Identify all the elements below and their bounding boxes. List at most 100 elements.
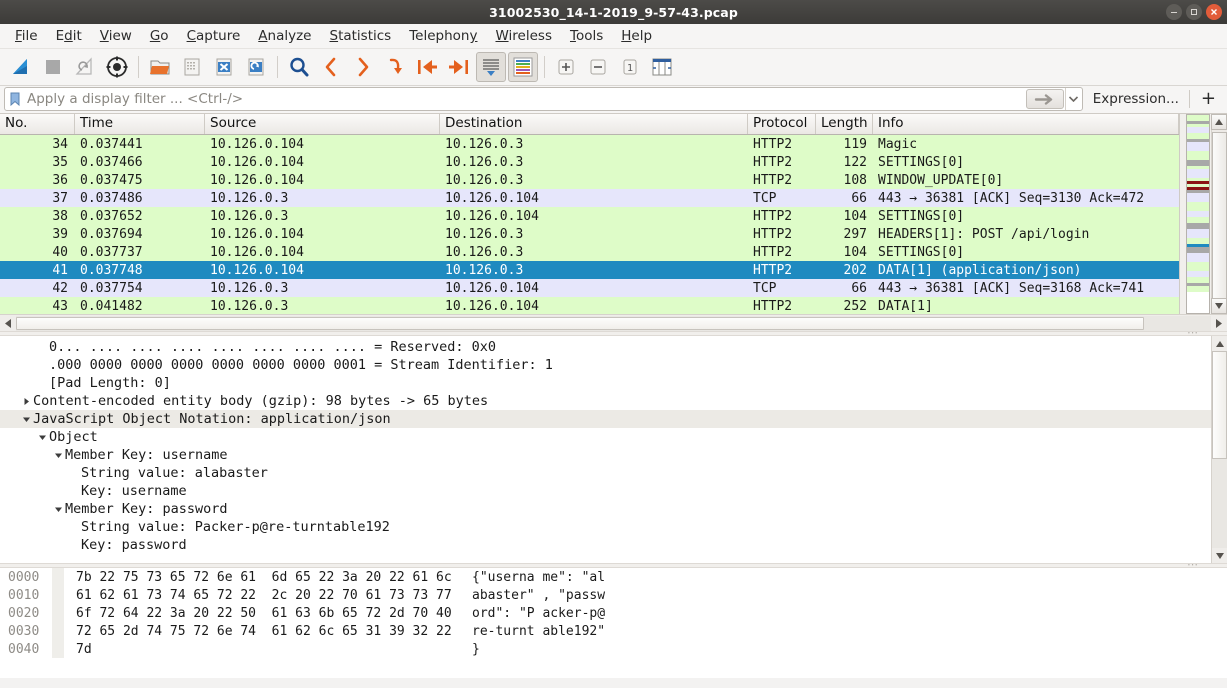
detail-tree-node[interactable]: 0... .... .... .... .... .... .... .... … (0, 338, 1227, 356)
resize-columns-icon[interactable] (647, 52, 677, 82)
packet-detail-vscrollbar[interactable] (1211, 336, 1227, 563)
filter-history-dropdown[interactable] (1064, 88, 1082, 110)
chevron-down-icon[interactable] (52, 505, 65, 514)
chevron-right-icon[interactable] (20, 397, 33, 406)
scroll-left-arrow-icon[interactable] (0, 316, 16, 331)
packet-row[interactable]: 38 0.037652 10.126.0.3 10.126.0.104 HTTP2 104… (0, 207, 1179, 225)
column-header-protocol[interactable]: Protocol (748, 114, 816, 134)
toolbar-separator-3 (544, 56, 545, 78)
stop-capture-icon[interactable] (38, 52, 68, 82)
go-first-packet-icon[interactable] (412, 52, 442, 82)
menu-tools[interactable]: Tools (561, 26, 612, 46)
packet-cell-time: 0.037754 (80, 280, 143, 296)
column-header-info[interactable]: Info (873, 114, 1179, 134)
packet-row[interactable]: 35 0.037466 10.126.0.104 10.126.0.3 HTTP2 122… (0, 153, 1179, 171)
detail-tree-node[interactable]: String value: Packer-p@re-turntable192 (0, 518, 1227, 536)
detail-tree-node[interactable]: [Pad Length: 0] (0, 374, 1227, 392)
add-filter-button-icon[interactable]: + (1194, 90, 1223, 108)
packet-row[interactable]: 37 0.037486 10.126.0.3 10.126.0.104 TCP 66 443… (0, 189, 1179, 207)
column-header-length[interactable]: Length (816, 114, 873, 134)
detail-tree-node[interactable]: Member Key: password (0, 500, 1227, 518)
column-header-time[interactable]: Time (75, 114, 205, 134)
menu-file[interactable]: File (6, 26, 47, 46)
auto-scroll-icon[interactable] (476, 52, 506, 82)
hscroll-trough[interactable] (16, 315, 1211, 331)
maximize-button[interactable] (1186, 4, 1202, 20)
detail-tree-node[interactable]: JavaScript Object Notation: application/… (0, 410, 1227, 428)
column-header-no[interactable]: No. (0, 114, 75, 134)
packet-cell-info: DATA[1] (application/json) (878, 262, 1082, 278)
hex-dump-row[interactable]: 0040 7d} (0, 640, 1227, 658)
menu-analyze[interactable]: Analyze (249, 26, 320, 46)
menu-go[interactable]: Go (141, 26, 178, 46)
detail-scroll-trough[interactable] (1212, 351, 1227, 548)
reload-file-icon[interactable] (241, 52, 271, 82)
chevron-down-icon[interactable] (52, 451, 65, 460)
packet-row[interactable]: 40 0.037737 10.126.0.104 10.126.0.3 HTTP2 104… (0, 243, 1179, 261)
close-button[interactable] (1206, 4, 1222, 20)
open-file-icon[interactable] (145, 52, 175, 82)
detail-tree-node[interactable]: .000 0000 0000 0000 0000 0000 0000 0001 … (0, 356, 1227, 374)
menu-view[interactable]: View (91, 26, 141, 46)
menu-statistics-rest: tatistics (338, 28, 392, 44)
scroll-down-arrow-icon[interactable] (1211, 298, 1227, 314)
go-back-icon[interactable] (316, 52, 346, 82)
packet-list-overview-scrollbar[interactable] (1179, 114, 1227, 314)
packet-row[interactable]: 39 0.037694 10.126.0.104 10.126.0.3 HTTP2 297… (0, 225, 1179, 243)
hex-dump-row[interactable]: 0030 72 65 2d 74 75 72 6e 74 61 62 6c 65 … (0, 622, 1227, 640)
scroll-up-arrow-icon[interactable] (1211, 114, 1227, 130)
menu-telephony[interactable]: Telephony (400, 26, 486, 46)
colorize-icon[interactable] (508, 52, 538, 82)
save-file-icon[interactable] (177, 52, 207, 82)
detail-scroll-down-icon[interactable] (1212, 548, 1227, 563)
go-last-packet-icon[interactable] (444, 52, 474, 82)
menu-statistics[interactable]: Statistics (320, 26, 400, 46)
vertical-scroll-trough[interactable] (1211, 130, 1227, 307)
zoom-reset-icon[interactable]: 1 (615, 52, 645, 82)
detail-tree-node[interactable]: Content-encoded entity body (gzip): 98 b… (0, 392, 1227, 410)
detail-scroll-up-icon[interactable] (1212, 336, 1227, 351)
menu-capture[interactable]: Capture (178, 26, 250, 46)
menu-wireless[interactable]: Wireless (486, 26, 561, 46)
find-packet-icon[interactable] (284, 52, 314, 82)
chevron-down-icon[interactable] (20, 415, 33, 424)
packet-row[interactable]: 43 0.041482 10.126.0.3 10.126.0.104 HTTP2 252… (0, 297, 1179, 314)
detail-tree-node[interactable]: Object (0, 428, 1227, 446)
packet-row[interactable]: 42 0.037754 10.126.0.3 10.126.0.104 TCP 66 443… (0, 279, 1179, 297)
hex-dump-row[interactable]: 0020 6f 72 64 22 3a 20 22 50 61 63 6b 65 … (0, 604, 1227, 622)
hex-dump-row[interactable]: 0000 7b 22 75 73 65 72 6e 61 6d 65 22 3a … (0, 568, 1227, 586)
scroll-right-arrow-icon[interactable] (1211, 316, 1227, 331)
detail-scroll-thumb[interactable] (1212, 351, 1227, 459)
minimize-button[interactable] (1166, 4, 1182, 20)
column-header-destination[interactable]: Destination (440, 114, 748, 134)
packet-row[interactable]: 34 0.037441 10.126.0.104 10.126.0.3 HTTP2 119… (0, 135, 1179, 153)
zoom-out-icon[interactable] (583, 52, 613, 82)
packet-row[interactable]: 41 0.037748 10.126.0.104 10.126.0.3 HTTP2 202… (0, 261, 1179, 279)
close-file-icon[interactable] (209, 52, 239, 82)
display-filter-input[interactable]: Apply a display filter ... <Ctrl-/> (4, 87, 1083, 111)
capture-options-icon[interactable] (102, 52, 132, 82)
menu-edit[interactable]: Edit (47, 26, 91, 46)
restart-capture-icon[interactable] (70, 52, 100, 82)
apply-filter-button[interactable] (1025, 89, 1064, 109)
bookmark-icon[interactable] (7, 89, 23, 109)
packet-row[interactable]: 36 0.037475 10.126.0.104 10.126.0.3 HTTP2 108… (0, 171, 1179, 189)
filter-expression-button[interactable]: Expression... (1083, 91, 1185, 107)
hscroll-thumb[interactable] (16, 316, 1144, 330)
menu-help[interactable]: Help (612, 26, 661, 46)
zoom-in-icon[interactable] (551, 52, 581, 82)
detail-tree-node[interactable]: String value: alabaster (0, 464, 1227, 482)
column-header-source[interactable]: Source (205, 114, 440, 134)
packet-list-hscrollbar[interactable] (0, 314, 1227, 331)
go-forward-icon[interactable] (348, 52, 378, 82)
start-capture-icon[interactable] (6, 52, 36, 82)
detail-node-label: Member Key: password (65, 501, 228, 517)
detail-tree-node[interactable]: Member Key: username (0, 446, 1227, 464)
detail-tree-node[interactable]: Key: username (0, 482, 1227, 500)
packet-list-minimap[interactable] (1186, 114, 1210, 314)
chevron-down-icon[interactable] (36, 433, 49, 442)
go-to-packet-icon[interactable] (380, 52, 410, 82)
hex-dump-row[interactable]: 0010 61 62 61 73 74 65 72 22 2c 20 22 70 … (0, 586, 1227, 604)
vertical-scroll-thumb[interactable] (1212, 132, 1227, 307)
detail-tree-node[interactable]: Key: password (0, 536, 1227, 554)
